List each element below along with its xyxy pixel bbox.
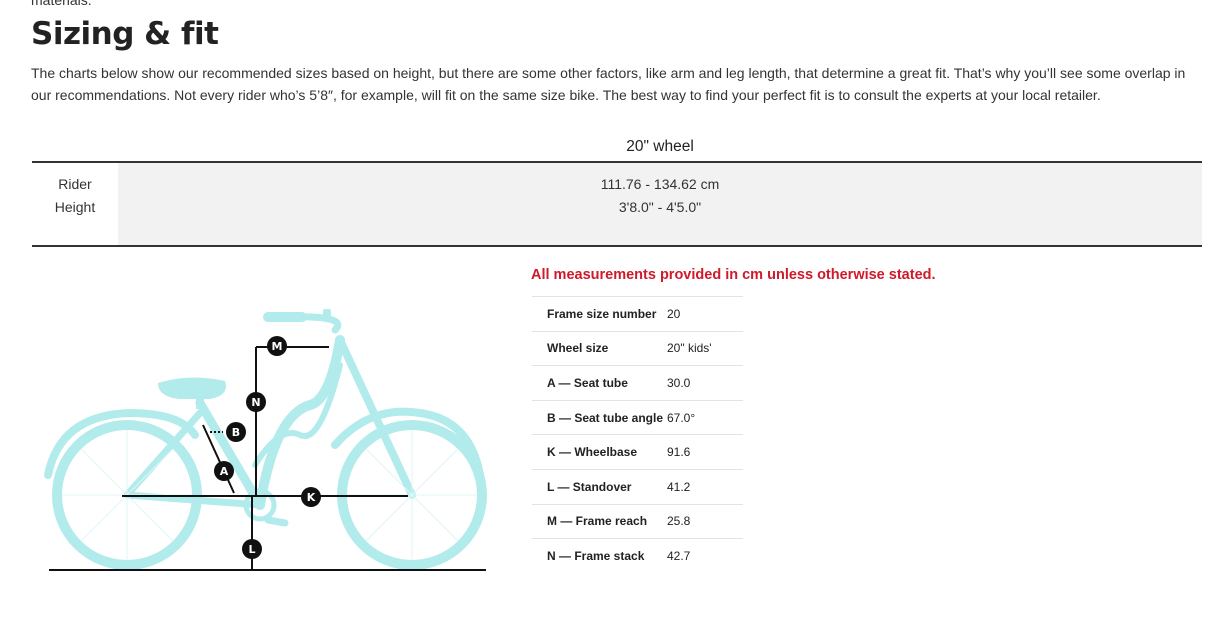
geometry-row-standover: L — Standover 41.2 [532,470,743,505]
geometry-label: Frame size number [547,306,657,321]
geometry-label: L — Standover [547,479,632,494]
geometry-value: 91.6 [667,445,691,460]
rider-height-label-line1: Rider [58,176,92,192]
geometry-label: M — Frame reach [547,514,648,529]
marker-n: N [246,392,266,412]
bike-illustration: M N B A K L [44,309,487,571]
rider-height-ft: 3'8.0" - 4'5.0" [618,199,702,215]
marker-b: B [226,422,246,442]
geometry-row-wheel-size: Wheel size 20" kids' [532,332,743,367]
rider-height-cm: 111.76 - 134.62 cm [600,176,720,192]
saddle [158,377,226,399]
marker-m: M [267,336,287,356]
bike-fill-parts [158,309,331,409]
marker-n-label: N [251,396,260,409]
down-tube [255,335,345,510]
seat-tube-frame [195,398,265,510]
marker-b-label: B [232,426,240,439]
pedal [264,516,289,527]
geometry-value: 25.8 [667,514,691,529]
geometry-row-frame-reach: M — Frame reach 25.8 [532,505,743,540]
section-title: Sizing & fit [31,16,219,52]
geometry-label: B — Seat tube angle [547,410,664,425]
marker-l-label: L [248,543,255,556]
marker-k: K [301,487,321,507]
geometry-row-seat-tube-angle: B — Seat tube angle 67.0° [532,401,743,436]
geometry-value: 41.2 [667,479,691,494]
rider-height-label-line2: Height [54,199,96,215]
geometry-row-wheelbase: K — Wheelbase 91.6 [532,435,743,470]
geometry-row-seat-tube: A — Seat tube 30.0 [532,366,743,401]
geometry-label: Wheel size [547,341,609,356]
bike-geometry-diagram: M N B A K L [40,295,496,580]
stem-cap [323,309,331,317]
geometry-row-frame-stack: N — Frame stack 42.7 [532,539,743,574]
marker-m-label: M [272,340,283,353]
rider-height-label: Rider Height [32,163,118,245]
bike-shape [44,312,487,570]
geometry-value: 67.0° [667,410,696,425]
rider-height-values: 111.76 - 134.62 cm 3'8.0" - 4'5.0" [118,163,1202,245]
marker-k-label: K [307,491,316,504]
geometry-row-frame-size: Frame size number 20 [532,297,743,332]
size-chart-table: 20" wheel Rider Height 111.76 - 134.62 c… [32,133,1202,247]
rider-height-row: Rider Height 111.76 - 134.62 cm 3'8.0" -… [32,163,1202,247]
marker-a: A [214,461,234,481]
geometry-label: N — Frame stack [547,549,645,564]
marker-a-label: A [220,465,229,478]
seat-post [196,395,204,409]
geometry-label: A — Seat tube [547,375,628,390]
geometry-value: 20 [667,306,681,321]
geometry-value: 42.7 [667,549,691,564]
marker-l: L [242,539,262,559]
geometry-value: 20" kids' [667,341,712,356]
sizing-intro-text: The charts below show our recommended si… [31,65,1186,103]
geometry-label: K — Wheelbase [547,445,638,460]
geometry-value: 30.0 [667,375,691,390]
measurement-note: All measurements provided in cm unless o… [531,267,936,283]
geometry-table: Frame size number 20 Wheel size 20" kids… [532,296,743,574]
previous-section-text: materials. [31,0,92,8]
wheel-size-header: 20" wheel [32,133,1202,163]
